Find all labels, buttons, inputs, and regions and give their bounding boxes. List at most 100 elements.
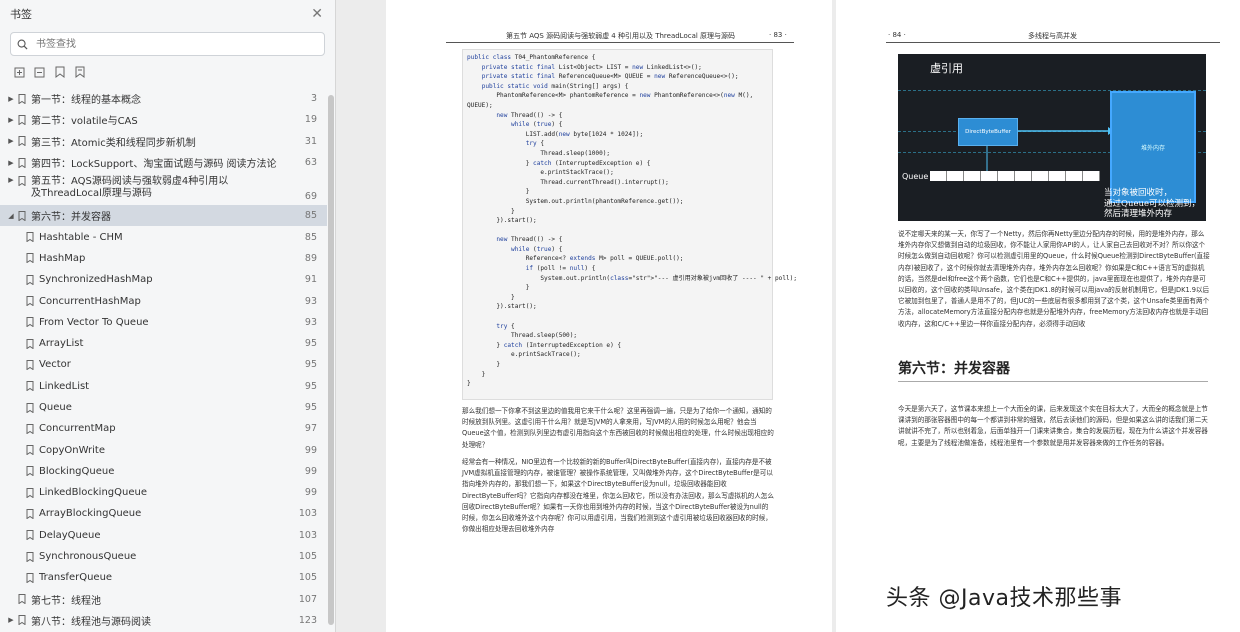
bookmark-child-item[interactable]: From Vector To Queue 93 bbox=[0, 312, 327, 333]
off-heap-memory-box: 堆外内存 bbox=[1110, 91, 1196, 203]
bookmark-page-number: 95 bbox=[304, 359, 317, 371]
sidebar-scrollbar[interactable] bbox=[328, 95, 334, 625]
queue-slot bbox=[1049, 171, 1066, 181]
bookmark-label: Queue bbox=[39, 402, 72, 413]
phantom-reference-figure: 虚引用 DirectByteBuffer 堆外内存 Queue 当对象被回收时，… bbox=[898, 54, 1206, 221]
bookmark-label: SynchronizedHashMap bbox=[39, 274, 153, 286]
queue-slot bbox=[1066, 171, 1083, 181]
bookmark-page-number: 105 bbox=[298, 551, 317, 563]
page-84: · 84 · 多线程与高并发 虚引用 DirectByteBuffer 堆外内存… bbox=[836, 0, 1240, 632]
chevron-right-icon[interactable]: ▶ bbox=[6, 159, 16, 167]
queue-slots bbox=[930, 171, 1100, 181]
bookmark-page-number: 97 bbox=[304, 423, 317, 435]
bookmark-label: 第七节：线程池 bbox=[31, 595, 101, 607]
bookmark-child-item[interactable]: Queue 95 bbox=[0, 397, 327, 418]
bookmark-child-item[interactable]: SynchronousQueue 105 bbox=[0, 546, 327, 567]
bookmark-page-number: 91 bbox=[304, 274, 317, 286]
queue-slot bbox=[1015, 171, 1032, 181]
bookmark-icon[interactable] bbox=[74, 66, 86, 78]
bookmark-section-item[interactable]: ▶ 第一节：线程的基本概念 3 bbox=[0, 88, 327, 109]
bookmark-child-item[interactable]: SynchronizedHashMap 91 bbox=[0, 269, 327, 290]
chevron-right-icon[interactable]: ▶ bbox=[6, 616, 16, 624]
paragraph: 那么我们想一下你拿不到这里边的值我用它来干什么呢？这里再强调一遍，只是为了给你一… bbox=[462, 407, 774, 449]
bookmark-page-number: 105 bbox=[298, 572, 317, 584]
chevron-right-icon[interactable]: ▶ bbox=[6, 95, 16, 103]
bookmark-child-item[interactable]: HashMap 89 bbox=[0, 248, 327, 269]
bookmark-page-number: 89 bbox=[304, 252, 317, 264]
direct-byte-buffer-box: DirectByteBuffer bbox=[958, 118, 1018, 146]
bookmark-page-number: 63 bbox=[304, 157, 317, 169]
bookmark-section-item[interactable]: ▶ 第八节：线程池与源码阅读 123 bbox=[0, 610, 327, 631]
bookmark-icon bbox=[26, 551, 34, 562]
queue-slot bbox=[1083, 171, 1100, 181]
bookmark-section-item[interactable]: ▶ 第四节：LockSupport、淘宝面试题与源码 阅读方法论 63 bbox=[0, 152, 327, 173]
expand-all-icon[interactable] bbox=[14, 66, 26, 78]
bookmark-child-item[interactable]: ArrayList 95 bbox=[0, 333, 327, 354]
bookmark-label: BlockingQueue bbox=[39, 465, 115, 477]
bookmark-icon bbox=[18, 93, 26, 104]
page-header-title: 多线程与高并发 bbox=[1028, 32, 1077, 40]
bookmark-page-number: 95 bbox=[304, 380, 317, 392]
bookmark-child-item[interactable]: TransferQueue 105 bbox=[0, 567, 327, 588]
bookmark-section-item[interactable]: 第七节：线程池 107 bbox=[0, 589, 327, 610]
bookmark-child-item[interactable]: Vector 95 bbox=[0, 354, 327, 375]
bookmark-icon bbox=[26, 487, 34, 498]
bookmark-icon bbox=[18, 210, 26, 221]
bookmark-page-number: 69 bbox=[304, 191, 317, 203]
bookmark-child-item[interactable]: CopyOnWrite 99 bbox=[0, 439, 327, 460]
bookmark-label: 第六节：并发容器 bbox=[31, 212, 111, 224]
bookmark-search-box[interactable] bbox=[10, 32, 325, 56]
header-rule bbox=[446, 42, 794, 43]
bookmark-icon bbox=[26, 530, 34, 541]
bookmark-page-number: 93 bbox=[304, 295, 317, 307]
collapse-all-icon[interactable] bbox=[34, 66, 46, 78]
bookmark-page-number: 99 bbox=[304, 487, 317, 499]
bookmark-label: 第八节：线程池与源码阅读 bbox=[31, 616, 151, 628]
bookmark-icon bbox=[26, 381, 34, 392]
bookmark-label: DelayQueue bbox=[39, 529, 101, 541]
sidebar-header: 书签 ✕ bbox=[0, 0, 335, 28]
queue-label: Queue bbox=[902, 172, 929, 181]
bookmark-child-item[interactable]: DelayQueue 103 bbox=[0, 525, 327, 546]
bookmark-child-item[interactable]: BlockingQueue 99 bbox=[0, 461, 327, 482]
bookmark-icon bbox=[26, 232, 34, 243]
bookmark-icon bbox=[26, 296, 34, 307]
bookmark-icon bbox=[18, 114, 26, 125]
bookmark-label: LinkedList bbox=[39, 380, 90, 392]
bookmark-child-item[interactable]: LinkedList 95 bbox=[0, 376, 327, 397]
close-icon[interactable]: ✕ bbox=[311, 6, 323, 22]
bookmark-icon bbox=[26, 253, 34, 264]
bookmark-child-item[interactable]: ConcurrentMap 97 bbox=[0, 418, 327, 439]
bookmark-label: Vector bbox=[39, 359, 71, 371]
bookmark-icon bbox=[18, 615, 26, 626]
bookmark-section-item[interactable]: ▶ 第二节：volatile与CAS 19 bbox=[0, 109, 327, 130]
sidebar-title: 书签 bbox=[10, 8, 32, 21]
chevron-down-icon[interactable]: ◢ bbox=[6, 212, 16, 220]
chevron-right-icon[interactable]: ▶ bbox=[6, 176, 16, 184]
paragraph: 今天是第六天了，这节课本来想上一个大而全的课，后来发现这个实在目标太大了，大而全… bbox=[898, 405, 1208, 447]
bookmark-page-number: 85 bbox=[304, 231, 317, 243]
bookmark-search-input[interactable] bbox=[34, 37, 298, 51]
bookmark-icon bbox=[26, 508, 34, 519]
bookmark-section-item[interactable]: ▶ 第三节：Atomic类和线程同步新机制 31 bbox=[0, 131, 327, 152]
bookmark-icon bbox=[26, 445, 34, 456]
bookmark-section-item[interactable]: ◢ 第六节：并发容器 85 bbox=[0, 205, 327, 227]
chevron-right-icon[interactable]: ▶ bbox=[6, 137, 16, 145]
paragraph: 说不定哪天来的某一天，你写了一个Netty，然后你再Netty里边分配内存的时候… bbox=[898, 230, 1210, 328]
queue-slot bbox=[930, 171, 947, 181]
add-bookmark-icon[interactable] bbox=[54, 66, 66, 78]
page-header-title: 第五节 AQS 源码阅读与强软弱虚 4 种引用以及 ThreadLocal 原理… bbox=[506, 32, 736, 40]
bookmark-label: 第一节：线程的基本概念 bbox=[31, 95, 141, 107]
bookmark-section-item[interactable]: ▶ 第五节：AQS源码阅读与强软弱虚4种引用以 及ThreadLocal原理与源码… bbox=[0, 173, 327, 205]
bookmark-child-item[interactable]: Hashtable - CHM 85 bbox=[0, 226, 327, 247]
watermark: 头条 @Java技术那些事 bbox=[886, 586, 1122, 611]
bookmark-child-item[interactable]: ConcurrentHashMap 93 bbox=[0, 290, 327, 311]
code-text: public class T04_PhantomReference { priv… bbox=[467, 54, 798, 388]
bookmark-page-number: 107 bbox=[298, 593, 317, 605]
bookmark-label: ArrayBlockingQueue bbox=[39, 508, 142, 520]
bookmark-icon bbox=[26, 317, 34, 328]
bookmark-label: LinkedBlockingQueue bbox=[39, 487, 147, 499]
bookmark-child-item[interactable]: LinkedBlockingQueue 99 bbox=[0, 482, 327, 503]
chevron-right-icon[interactable]: ▶ bbox=[6, 116, 16, 124]
bookmark-child-item[interactable]: ArrayBlockingQueue 103 bbox=[0, 503, 327, 524]
